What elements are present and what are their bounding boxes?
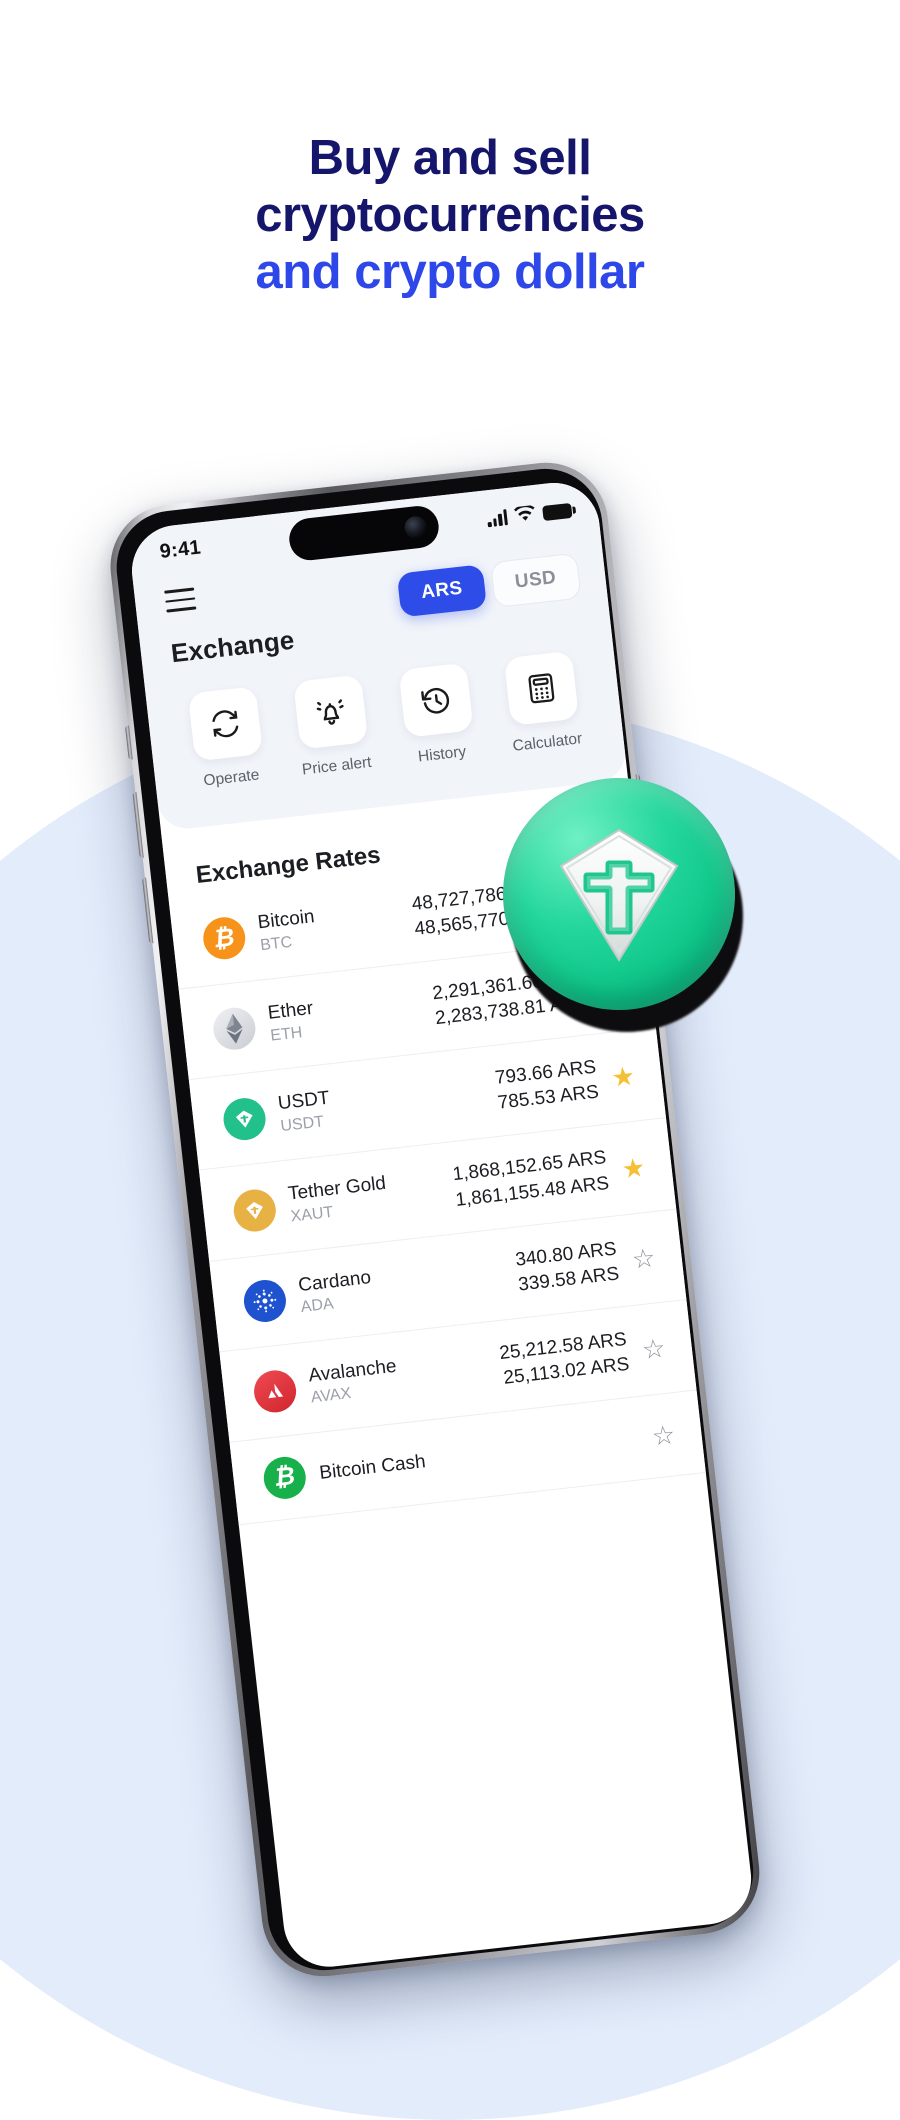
calculator-card[interactable] (503, 650, 579, 726)
coin-name: Bitcoin Cash (318, 1450, 427, 1484)
coin-face (503, 778, 735, 1010)
price-alert-card[interactable] (293, 674, 369, 750)
calculator-icon (528, 673, 555, 704)
favorite-star-icon[interactable]: ☆ (638, 1333, 669, 1365)
favorite-star-icon[interactable]: ☆ (628, 1242, 659, 1274)
refresh-swap-icon (212, 710, 239, 738)
status-time: 9:41 (158, 536, 203, 563)
history-card[interactable] (398, 662, 474, 738)
quick-action-label: Operate (202, 766, 261, 790)
status-indicators (486, 496, 573, 528)
wifi-icon (514, 504, 535, 521)
page-title: Buy and sell cryptocurrencies and crypto… (0, 130, 900, 300)
quick-action-calculator[interactable]: Calculator (488, 649, 598, 758)
quick-action-label: Price alert (301, 753, 373, 779)
currency-option-ars[interactable]: ARS (397, 564, 487, 618)
bell-alert-icon (316, 699, 344, 725)
cardano-icon (241, 1277, 289, 1324)
floating-usdt-coin (503, 778, 743, 1032)
tether-gold-icon (231, 1186, 278, 1234)
ether-icon (211, 1005, 258, 1053)
bitcoin-cash-icon: ₿ (261, 1454, 308, 1502)
quick-action-label: Calculator (511, 730, 584, 755)
cellular-signal-icon (487, 509, 508, 528)
favorite-star-icon[interactable]: ☆ (648, 1419, 679, 1451)
quick-action-price-alert[interactable]: Price alert (277, 673, 387, 782)
battery-icon (542, 502, 573, 522)
quick-action-operate[interactable]: Operate (172, 684, 282, 793)
headline-line-3: and crypto dollar (255, 244, 645, 299)
mute-switch[interactable] (124, 725, 133, 760)
hamburger-menu-icon[interactable] (164, 587, 197, 613)
favorite-star-icon[interactable]: ★ (608, 1061, 639, 1093)
headline-line-1: Buy and sell (308, 131, 592, 185)
quick-action-history[interactable]: History (383, 661, 493, 770)
currency-option-usd[interactable]: USD (489, 552, 582, 609)
operate-card[interactable] (187, 686, 263, 762)
avalanche-icon (251, 1368, 299, 1415)
headline-line-2: cryptocurrencies (255, 187, 645, 242)
tether-logo-icon (559, 828, 679, 962)
quick-action-label: History (417, 743, 468, 766)
front-camera-icon (403, 515, 428, 540)
usdt-icon (221, 1096, 268, 1143)
bitcoin-icon: ₿ (201, 915, 248, 962)
favorite-star-icon[interactable]: ★ (618, 1151, 649, 1183)
clock-history-icon (421, 687, 450, 714)
